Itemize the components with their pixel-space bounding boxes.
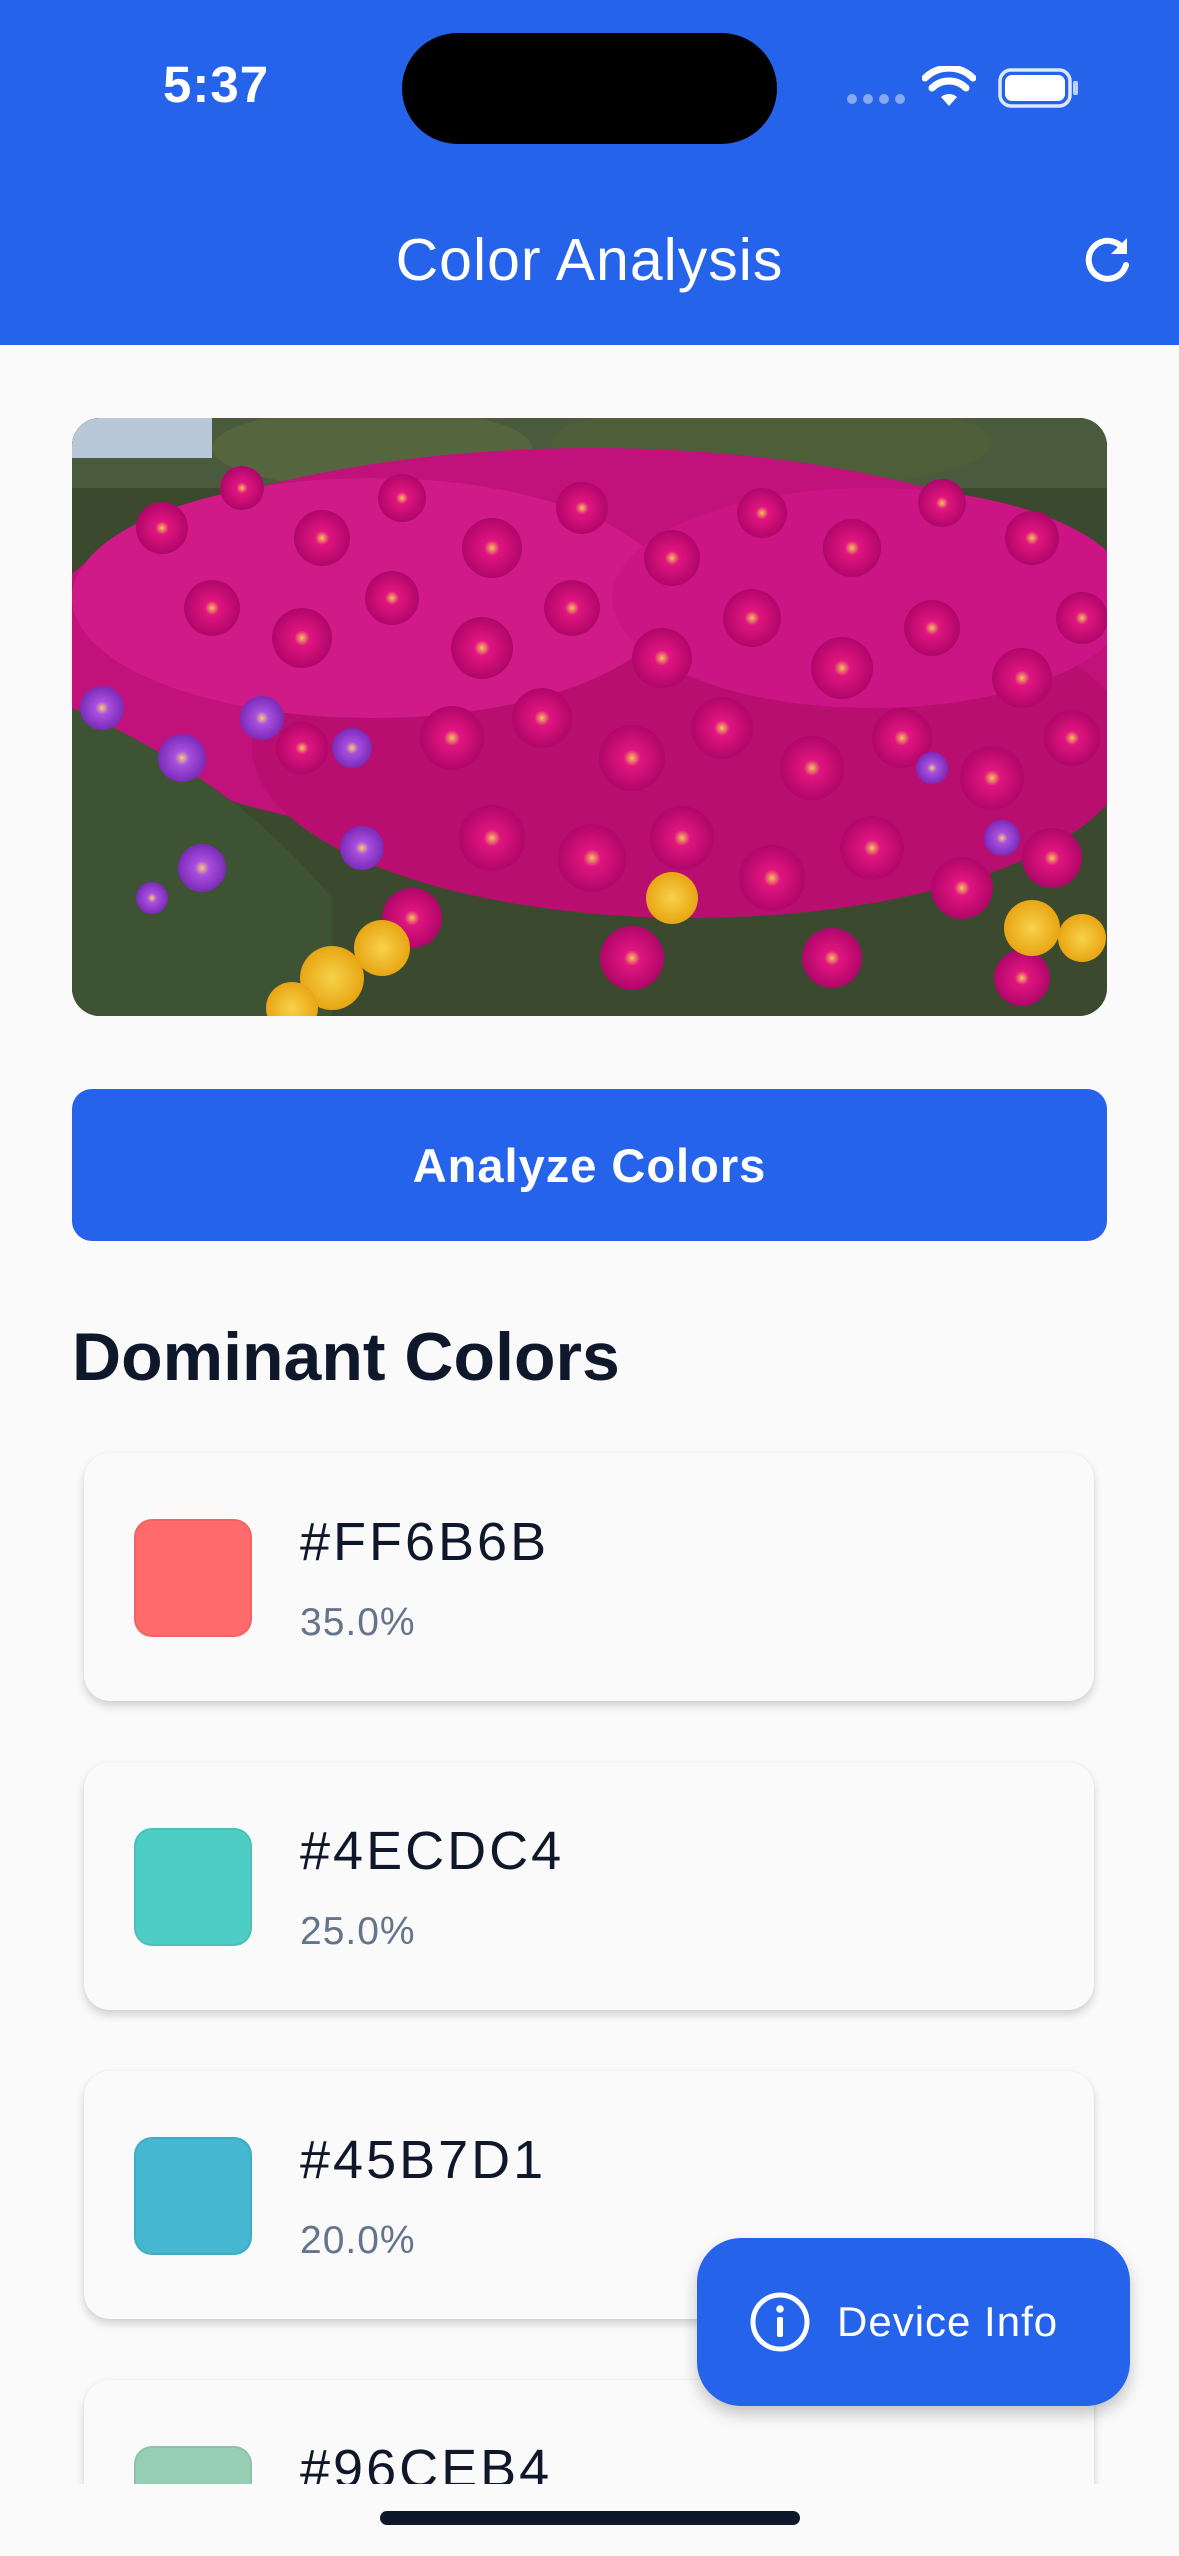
color-card[interactable]: #FF6B6B 35.0% <box>84 1453 1094 1701</box>
battery-icon <box>998 68 1078 108</box>
color-percentage: 20.0% <box>300 2219 416 2262</box>
wifi-icon <box>922 66 976 106</box>
dynamic-island <box>402 33 777 144</box>
analyzed-photo <box>72 418 1107 1016</box>
refresh-button[interactable] <box>1078 232 1136 290</box>
flower-field-image <box>72 418 1107 1016</box>
home-indicator <box>380 2511 800 2525</box>
info-icon <box>750 2292 810 2352</box>
color-hex: #FF6B6B <box>300 1512 550 1572</box>
color-percentage: 25.0% <box>300 1910 416 1953</box>
section-title: Dominant Colors <box>72 1319 620 1395</box>
color-card[interactable]: #4ECDC4 25.0% <box>84 1762 1094 2010</box>
color-swatch <box>134 2446 252 2484</box>
color-percentage: 35.0% <box>300 1601 416 1644</box>
device-info-label: Device Info <box>837 2298 1059 2345</box>
cellular-signal-icon <box>847 94 905 106</box>
app-header: 5:37 Color Analysis <box>0 0 1179 345</box>
status-time: 5:37 <box>163 56 270 113</box>
color-swatch <box>134 1519 252 1637</box>
refresh-icon <box>1085 237 1129 282</box>
color-hex: #45B7D1 <box>300 2130 547 2190</box>
page-title: Color Analysis <box>395 227 784 293</box>
color-swatch <box>134 1828 252 1946</box>
color-swatch <box>134 2137 252 2255</box>
color-hex: #4ECDC4 <box>300 1821 565 1881</box>
device-info-button[interactable]: Device Info <box>697 2238 1130 2406</box>
analyze-colors-button[interactable]: Analyze Colors <box>72 1089 1107 1241</box>
color-hex: #96CEB4 <box>300 2439 553 2484</box>
